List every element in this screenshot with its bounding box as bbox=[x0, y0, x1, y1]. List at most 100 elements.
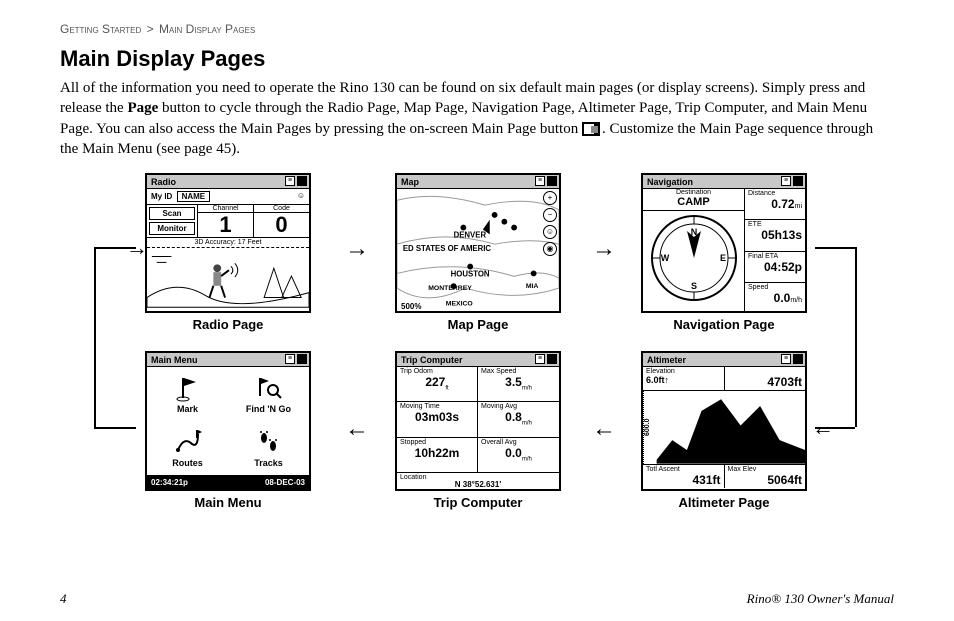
map-page-figure: Map ≡ DENVER ED STATES OF AMERIC HOUSTON bbox=[390, 173, 566, 332]
menu-item-routes[interactable]: Routes bbox=[147, 421, 228, 475]
titlebar-icon: ≡ bbox=[535, 354, 545, 364]
titlebar-icon: ≡ bbox=[285, 354, 295, 364]
book-title: Rino® 130 Owner's Manual bbox=[747, 591, 894, 607]
flag-icon bbox=[174, 374, 202, 402]
titlebar-icon bbox=[793, 176, 803, 186]
map-label-miami: MIA bbox=[526, 283, 539, 290]
accuracy-text: 3D Accuracy: 17 Feet bbox=[147, 238, 309, 248]
elev-rate: 6.0ft↑ bbox=[646, 375, 721, 385]
titlebar-icon bbox=[547, 176, 557, 186]
menu-label: Routes bbox=[172, 458, 203, 468]
trip-titlebar: Trip Computer ≡ bbox=[397, 353, 559, 367]
radio-page-figure: Radio ≡ My ID NAME ☺ Scan Monitor Channe… bbox=[140, 173, 316, 332]
alt-x-scale: 0.5mi bbox=[783, 456, 801, 463]
arrow-right-2: → bbox=[592, 235, 616, 263]
map-zoom-in-icon[interactable]: + bbox=[543, 191, 557, 205]
alt-caption: Altimeter Page bbox=[636, 495, 812, 510]
menu-item-find[interactable]: Find 'N Go bbox=[228, 367, 309, 421]
menu-item-mark[interactable]: Mark bbox=[147, 367, 228, 421]
flow-line bbox=[94, 427, 136, 429]
tc-lbl: Moving Time bbox=[400, 403, 474, 410]
radio-title: Radio bbox=[151, 177, 176, 187]
menu-title: Main Menu bbox=[151, 355, 198, 365]
tc-val: 227 bbox=[425, 375, 445, 389]
navigation-page-figure: Navigation ≡ Destination CAMP N bbox=[636, 173, 812, 332]
flow-line bbox=[815, 247, 855, 249]
ascent-label: Totl Ascent bbox=[646, 466, 721, 473]
alt-titlebar: Altimeter ≡ bbox=[643, 353, 805, 367]
figure-flow-diagram: → → ← ← ← → Radio ≡ My ID NAME ☺ Scan Mo… bbox=[60, 173, 894, 533]
menu-titlebar: Main Menu ≡ bbox=[147, 353, 309, 367]
map-layer-icon[interactable]: ☺ bbox=[543, 225, 557, 239]
radio-scene-illustration bbox=[147, 248, 309, 308]
map-pan-icon[interactable]: ◉ bbox=[543, 242, 557, 256]
arrow-left-3: ← bbox=[812, 415, 834, 441]
svg-text:E: E bbox=[720, 253, 726, 263]
dest-value: CAMP bbox=[643, 196, 744, 211]
ascent-value: 431ft bbox=[646, 473, 721, 487]
arrow-left-2: ← bbox=[592, 415, 616, 443]
titlebar-icon bbox=[547, 354, 557, 364]
map-scale: 500% bbox=[401, 302, 421, 311]
menu-date: 08-DEC-03 bbox=[265, 476, 305, 489]
main-menu-figure: Main Menu ≡ Mark Find 'N Go Routes bbox=[140, 351, 316, 510]
page-title: Main Display Pages bbox=[60, 46, 894, 72]
elev-label: Elevation bbox=[646, 368, 721, 375]
nav-eta-label: Final ETA bbox=[748, 253, 802, 260]
tc-lbl: Stopped bbox=[400, 439, 474, 446]
tc-lbl: Overall Avg bbox=[481, 439, 556, 446]
radio-myid-row: My ID NAME ☺ bbox=[147, 189, 309, 205]
arrow-left-1: ← bbox=[345, 415, 369, 443]
flow-line bbox=[855, 247, 857, 427]
scan-button[interactable]: Scan bbox=[149, 207, 195, 220]
nav-caption: Navigation Page bbox=[636, 317, 812, 332]
nav-ete-label: ETE bbox=[748, 221, 802, 228]
nav-dist-label: Distance bbox=[748, 190, 802, 197]
maxelev-value: 5064ft bbox=[728, 473, 803, 487]
monitor-button[interactable]: Monitor bbox=[149, 222, 195, 235]
trip-computer-figure: Trip Computer ≡ Trip Odom227ft Max Speed… bbox=[390, 351, 566, 510]
titlebar-icon: ≡ bbox=[285, 176, 295, 186]
page-number: 4 bbox=[60, 591, 67, 607]
routes-icon bbox=[174, 428, 202, 456]
elev-value: 4703ft bbox=[728, 375, 803, 389]
breadcrumb: Getting Started > Main Display Pages bbox=[60, 22, 894, 36]
map-title: Map bbox=[401, 177, 419, 187]
alt-y-range: 600.0 bbox=[643, 391, 657, 464]
tc-lbl: Trip Odom bbox=[400, 368, 474, 375]
trip-title: Trip Computer bbox=[401, 355, 463, 365]
radio-caption: Radio Page bbox=[140, 317, 316, 332]
nav-ete-val: 05h13s bbox=[761, 228, 802, 242]
tc-val: 3.5 bbox=[505, 375, 522, 389]
menu-label: Find 'N Go bbox=[246, 404, 291, 414]
breadcrumb-section: Getting Started bbox=[60, 22, 141, 36]
menu-item-tracks[interactable]: Tracks bbox=[228, 421, 309, 475]
menu-label: Tracks bbox=[254, 458, 283, 468]
map-zoom-out-icon[interactable]: − bbox=[543, 208, 557, 222]
titlebar-icon bbox=[297, 354, 307, 364]
map-label-mexico: MEXICO bbox=[446, 301, 474, 308]
titlebar-icon: ≡ bbox=[535, 176, 545, 186]
tracks-icon bbox=[255, 428, 283, 456]
map-titlebar: Map ≡ bbox=[397, 175, 559, 189]
menu-label: Mark bbox=[177, 404, 198, 414]
tc-val: 0.8 bbox=[505, 410, 522, 424]
breadcrumb-sep: > bbox=[145, 22, 156, 36]
menu-screen: Main Menu ≡ Mark Find 'N Go Routes bbox=[145, 351, 311, 491]
altimeter-page-figure: Altimeter ≡ Elevation6.0ft↑ 4703ft 600.0… bbox=[636, 351, 812, 510]
titlebar-icon: ≡ bbox=[781, 176, 791, 186]
channel-value: 1 bbox=[198, 213, 253, 237]
titlebar-icon bbox=[297, 176, 307, 186]
arrow-right-1: → bbox=[345, 235, 369, 263]
breadcrumb-page: Main Display Pages bbox=[159, 22, 255, 36]
titlebar-icon: ≡ bbox=[781, 354, 791, 364]
myid-label: My ID bbox=[151, 192, 172, 201]
nav-titlebar: Navigation ≡ bbox=[643, 175, 805, 189]
tc-val: 03m03s bbox=[415, 410, 459, 424]
myid-value: NAME bbox=[177, 191, 211, 202]
intro-paragraph: All of the information you need to opera… bbox=[60, 78, 894, 159]
dest-label: Destination bbox=[643, 189, 744, 196]
tc-lbl: Max Speed bbox=[481, 368, 556, 375]
flow-line bbox=[94, 247, 96, 427]
page-footer: 4 Rino® 130 Owner's Manual bbox=[60, 591, 894, 607]
